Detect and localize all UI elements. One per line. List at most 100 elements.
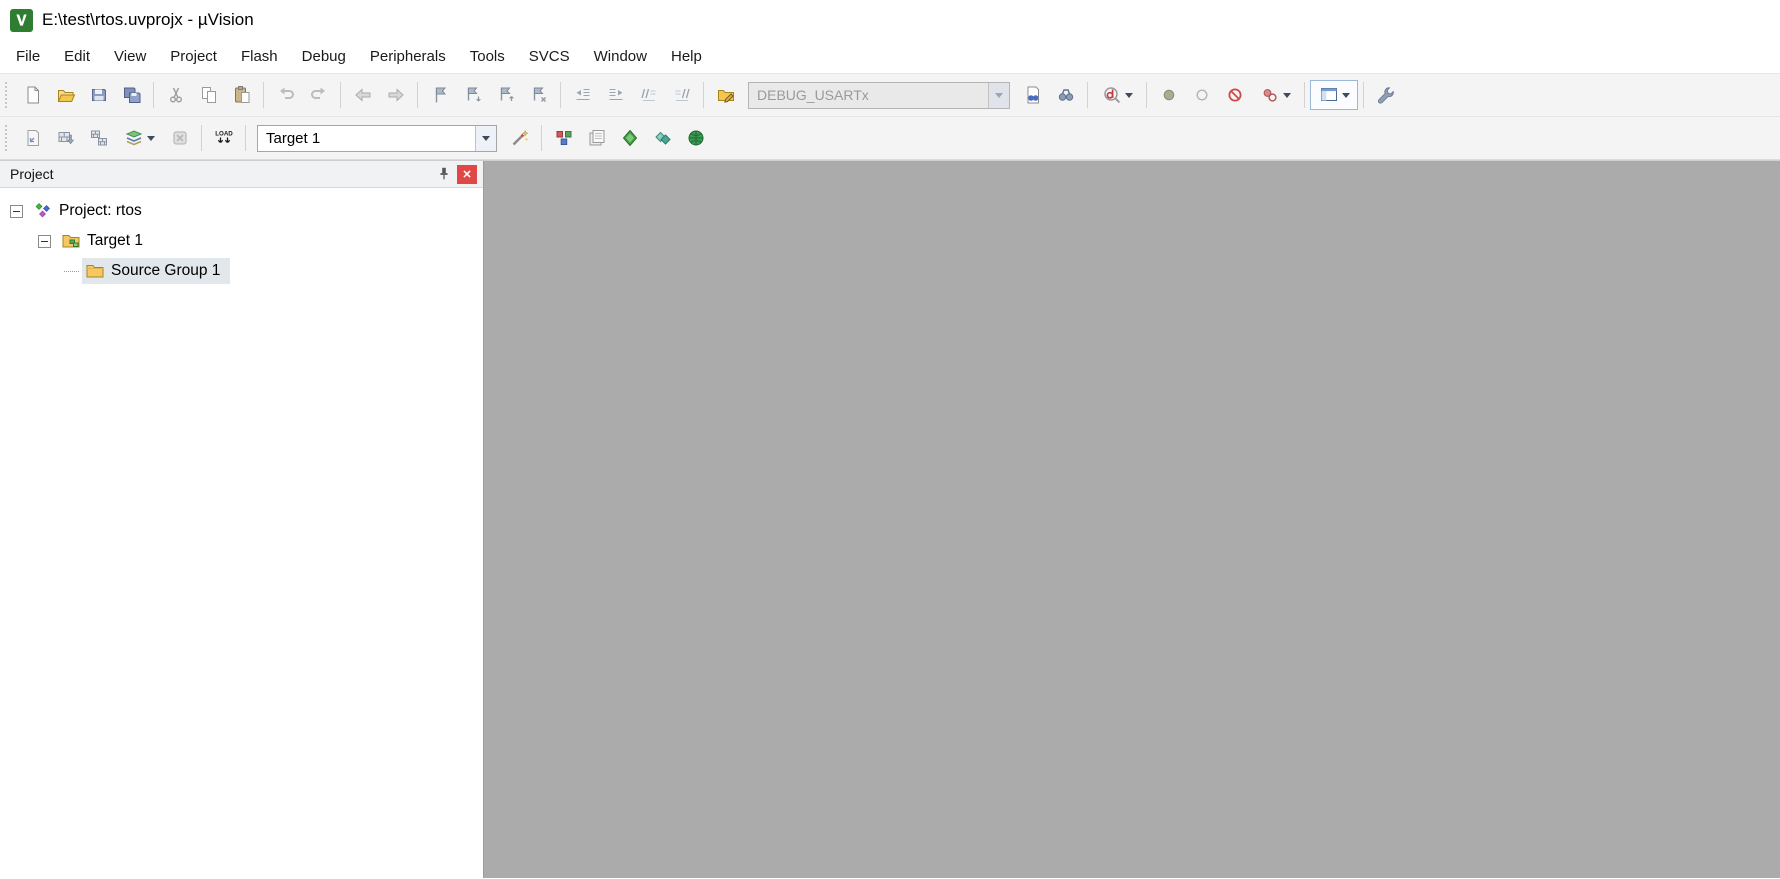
cut-button[interactable] [159, 80, 192, 110]
toolbar-grip[interactable] [5, 125, 12, 151]
bookmark-next-icon [467, 87, 481, 102]
arrow-right-icon [388, 88, 404, 102]
menu-window[interactable]: Window [582, 43, 659, 70]
pack-installer-button[interactable] [679, 123, 712, 153]
chevron-down-icon [1124, 92, 1133, 98]
manage-rte-button[interactable] [613, 123, 646, 153]
software-packs-icon [654, 131, 671, 145]
project-icon [35, 203, 50, 218]
menu-view[interactable]: View [102, 43, 158, 70]
save-button[interactable] [82, 80, 115, 110]
navigate-back-button[interactable] [346, 80, 379, 110]
uncomment-selection-button[interactable] [665, 80, 698, 110]
save-icon [91, 89, 106, 101]
toolbar-separator [245, 125, 246, 151]
menu-tools[interactable]: Tools [458, 43, 517, 70]
comment-selection-button[interactable] [632, 80, 665, 110]
find-in-files-dialog-button[interactable] [709, 80, 742, 110]
clear-bookmarks-button[interactable] [522, 80, 555, 110]
save-all-button[interactable] [115, 80, 148, 110]
find-in-files-icon [1027, 86, 1039, 104]
select-software-packs-button[interactable] [646, 123, 679, 153]
open-folder-icon [57, 90, 75, 102]
batch-build-button[interactable] [115, 123, 163, 153]
toolbar-separator [1146, 82, 1147, 108]
tree-item-target-1[interactable]: Target 1 [0, 226, 483, 256]
window-layout-button[interactable] [1310, 80, 1358, 110]
configuration-button[interactable] [1369, 80, 1402, 110]
chevron-down-icon [1341, 92, 1350, 98]
toolbar-grip[interactable] [5, 82, 12, 108]
redo-button[interactable] [302, 80, 335, 110]
magic-wand-icon [512, 129, 529, 146]
start-stop-debug-button[interactable] [1093, 80, 1141, 110]
rebuild-all-button[interactable] [82, 123, 115, 153]
wrench-icon [1377, 87, 1394, 104]
open-file-button[interactable] [49, 80, 82, 110]
indent-left-button[interactable] [566, 80, 599, 110]
undo-button[interactable] [269, 80, 302, 110]
menu-svcs[interactable]: SVCS [517, 43, 582, 70]
tree-connector [64, 270, 79, 272]
toolbar-separator [1304, 82, 1305, 108]
tree-item-label: Target 1 [87, 232, 144, 249]
build-icon [58, 132, 74, 145]
translate-button[interactable] [16, 123, 49, 153]
target-combo-dropdown-button[interactable] [475, 125, 496, 151]
navigate-forward-button[interactable] [379, 80, 412, 110]
folder-icon [86, 265, 104, 278]
find-combo-dropdown-button[interactable] [988, 82, 1009, 108]
collapse-toggle-icon[interactable] [10, 204, 23, 218]
find-text-value: DEBUG_USARTx [757, 87, 869, 103]
menu-help[interactable]: Help [659, 43, 714, 70]
incremental-find-button[interactable] [1049, 80, 1082, 110]
translate-file-icon [27, 130, 39, 146]
toolbar-separator [560, 82, 561, 108]
toolbar-separator [263, 82, 264, 108]
next-bookmark-button[interactable] [456, 80, 489, 110]
collapse-toggle-icon[interactable] [38, 234, 51, 248]
menu-edit[interactable]: Edit [52, 43, 102, 70]
toolbar-separator [340, 82, 341, 108]
indent-right-icon [609, 89, 622, 100]
stop-build-button[interactable] [163, 123, 196, 153]
menu-peripherals[interactable]: Peripherals [358, 43, 458, 70]
kill-all-breakpoints-button[interactable] [1218, 80, 1251, 110]
build-button[interactable] [49, 123, 82, 153]
options-for-target-button[interactable] [503, 123, 536, 153]
disable-all-breakpoints-button[interactable] [1251, 80, 1299, 110]
new-file-button[interactable] [16, 80, 49, 110]
toggle-bookmark-button[interactable] [423, 80, 456, 110]
previous-bookmark-button[interactable] [489, 80, 522, 110]
tree-item-source-group-1[interactable]: Source Group 1 [0, 256, 483, 286]
paste-icon [234, 86, 249, 103]
menu-project[interactable]: Project [158, 43, 229, 70]
toggle-breakpoint-button[interactable] [1152, 80, 1185, 110]
breakpoint-disable-icon [1263, 89, 1277, 102]
toolbar-separator [541, 125, 542, 151]
pin-panel-button[interactable] [434, 165, 454, 184]
menu-flash[interactable]: Flash [229, 43, 290, 70]
target-select-combobox[interactable]: Target 1 [257, 124, 497, 152]
close-panel-button[interactable] [457, 164, 477, 184]
find-in-files-button[interactable] [1016, 80, 1049, 110]
copy-button[interactable] [192, 80, 225, 110]
tree-item-project-rtos[interactable]: Project: rtos [0, 196, 483, 226]
enable-disable-breakpoint-button[interactable] [1185, 80, 1218, 110]
chevron-down-icon [146, 135, 155, 141]
indent-right-button[interactable] [599, 80, 632, 110]
menu-debug[interactable]: Debug [290, 43, 358, 70]
paste-button[interactable] [225, 80, 258, 110]
find-text-combobox[interactable]: DEBUG_USARTx [748, 81, 1010, 109]
uncomment-icon [675, 88, 690, 101]
window-layout-icon [1320, 88, 1337, 101]
copy-icon [201, 87, 216, 103]
menu-file[interactable]: File [4, 43, 52, 70]
file-extensions-books-button[interactable] [580, 123, 613, 153]
download-button[interactable]: LOAD [207, 123, 240, 153]
manage-project-items-button[interactable] [547, 123, 580, 153]
toolbar-separator [153, 82, 154, 108]
target-select-value: Target 1 [266, 129, 321, 147]
binoculars-icon [1058, 89, 1073, 101]
toolbar-build: LOAD Target 1 [0, 116, 1780, 160]
